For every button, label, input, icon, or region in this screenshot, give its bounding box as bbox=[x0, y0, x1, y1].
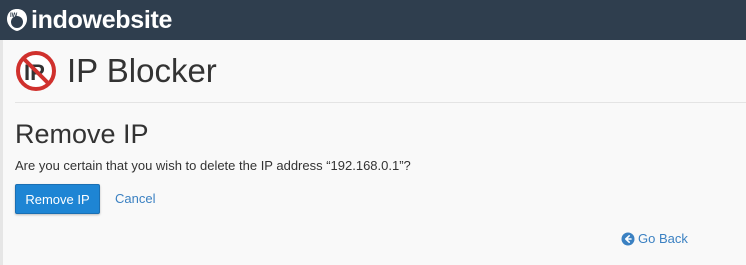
page-content: IP IP Blocker Remove IP Are you certain … bbox=[15, 40, 746, 246]
go-back-link[interactable]: Go Back bbox=[621, 231, 688, 246]
top-navbar: IW indowebsite bbox=[0, 0, 746, 40]
confirmation-message: Are you certain that you wish to delete … bbox=[15, 158, 411, 173]
ip-blocker-icon: IP bbox=[16, 51, 56, 91]
brand-logo[interactable]: IW indowebsite bbox=[4, 0, 172, 40]
go-back-label: Go Back bbox=[638, 231, 688, 246]
page-header: IP IP Blocker bbox=[15, 40, 746, 102]
left-edge-divider bbox=[0, 40, 3, 265]
header-divider bbox=[15, 102, 746, 103]
section-title: Remove IP bbox=[15, 119, 149, 149]
brand-name: indowebsite bbox=[31, 6, 173, 34]
brand-drop-icon: IW bbox=[7, 9, 27, 31]
brand-badge-text: IW bbox=[10, 13, 18, 19]
arrow-left-circle-icon bbox=[621, 232, 635, 245]
remove-ip-button[interactable]: Remove IP bbox=[15, 184, 100, 214]
page-title: IP Blocker bbox=[67, 52, 217, 89]
cancel-link[interactable]: Cancel bbox=[115, 191, 155, 206]
